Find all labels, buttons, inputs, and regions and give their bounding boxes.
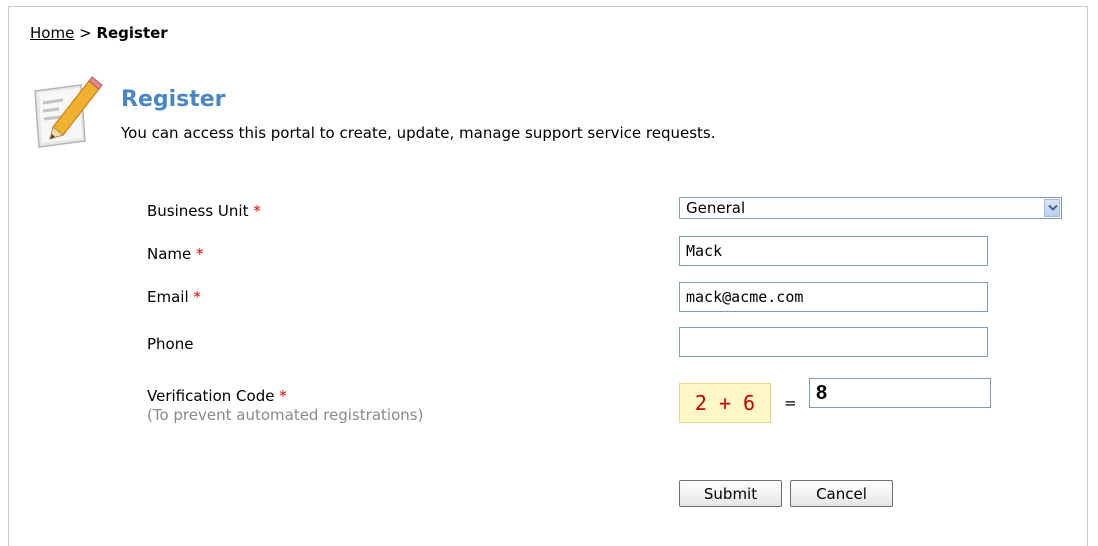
- cancel-button[interactable]: Cancel: [790, 480, 893, 507]
- name-label: Name *: [147, 245, 204, 263]
- email-input[interactable]: [679, 282, 988, 312]
- page-title: Register: [121, 87, 226, 112]
- business-unit-select[interactable]: General: [679, 197, 1062, 219]
- page-description: You can access this portal to create, up…: [121, 124, 716, 142]
- name-label-text: Name: [147, 245, 192, 263]
- register-panel: Home > Register Register You can access …: [8, 6, 1088, 546]
- verification-hint: (To prevent automated registrations): [147, 406, 424, 424]
- chevron-down-icon[interactable]: [1044, 199, 1060, 217]
- email-label: Email *: [147, 288, 201, 306]
- required-marker: *: [193, 288, 201, 306]
- phone-label: Phone: [147, 335, 193, 353]
- breadcrumb-home-link[interactable]: Home: [30, 24, 74, 42]
- email-label-text: Email: [147, 288, 189, 306]
- phone-input[interactable]: [679, 327, 988, 357]
- verification-code-input[interactable]: [809, 378, 991, 408]
- required-marker: *: [279, 387, 287, 405]
- business-unit-selected-value: General: [686, 199, 746, 217]
- edit-document-icon: [23, 71, 103, 151]
- phone-label-text: Phone: [147, 335, 194, 353]
- captcha-image: 2 + 6: [679, 383, 771, 423]
- equals-sign: =: [784, 394, 797, 412]
- name-input[interactable]: [679, 236, 988, 266]
- submit-button[interactable]: Submit: [679, 480, 782, 507]
- breadcrumb-current: Register: [96, 24, 168, 42]
- business-unit-label-text: Business Unit: [147, 202, 249, 220]
- required-marker: *: [253, 202, 261, 220]
- breadcrumb-separator: >: [79, 24, 92, 42]
- breadcrumb: Home > Register: [30, 24, 168, 42]
- verification-code-label: Verification Code * (To prevent automate…: [147, 387, 423, 424]
- business-unit-label: Business Unit *: [147, 202, 261, 220]
- required-marker: *: [196, 245, 204, 263]
- verification-code-label-text: Verification Code: [147, 387, 275, 405]
